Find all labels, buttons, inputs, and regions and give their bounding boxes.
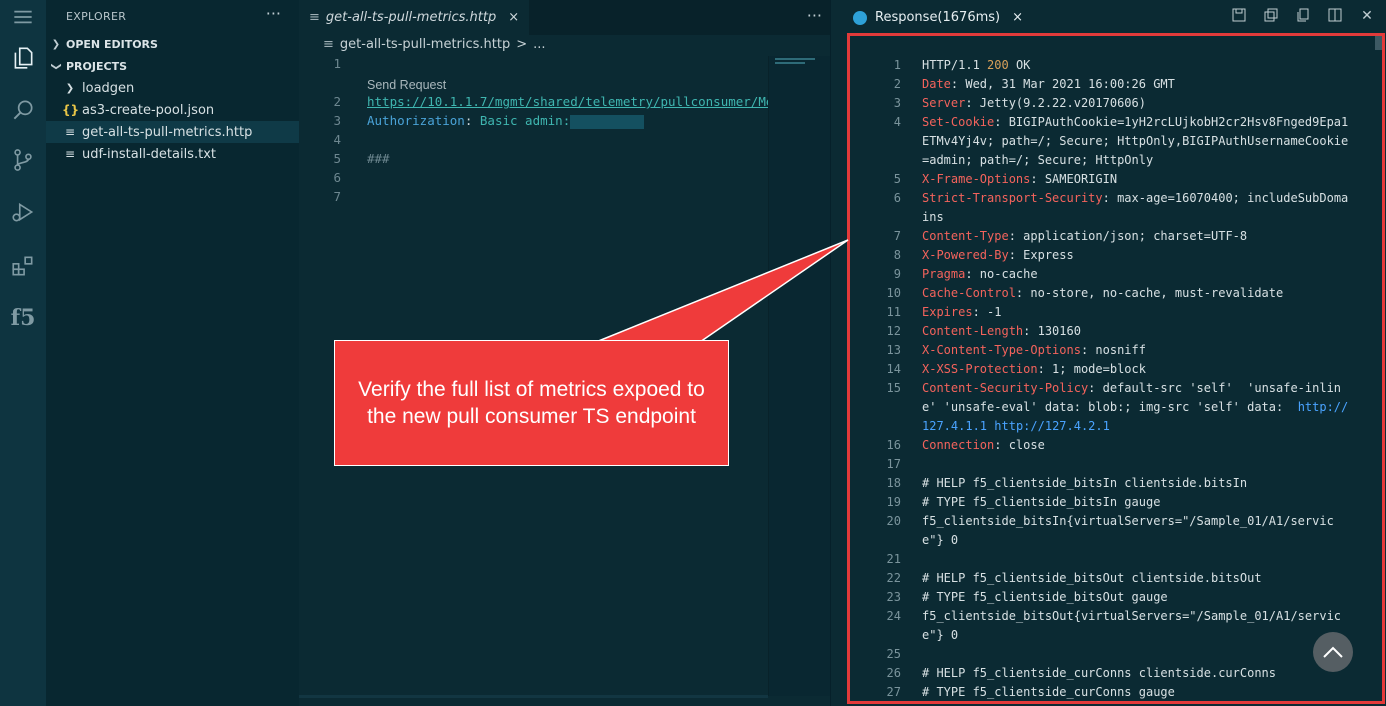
- tree-item-loadgen[interactable]: ❯ loadgen: [46, 77, 299, 99]
- request-separator: ###: [367, 151, 390, 166]
- tree-item-label: udf-install-details.txt: [82, 146, 216, 162]
- minimap-line: [775, 58, 815, 60]
- f5-icon[interactable]: f5: [0, 298, 46, 338]
- breadcrumb-file[interactable]: get-all-ts-pull-metrics.http: [340, 37, 510, 52]
- line-number: 3: [333, 113, 341, 128]
- text-file-icon: ≡: [309, 10, 320, 25]
- tree-item-as3-create-pool[interactable]: {} as3-create-pool.json: [46, 99, 299, 121]
- source-control-icon[interactable]: [0, 140, 46, 180]
- extensions-icon[interactable]: [0, 246, 46, 286]
- tree-item-label: as3-create-pool.json: [82, 102, 215, 118]
- header-key: Authorization: [367, 113, 465, 128]
- tree-item-label: get-all-ts-pull-metrics.http: [82, 124, 253, 140]
- tree-item-get-all-ts-pull-metrics[interactable]: ≡ get-all-ts-pull-metrics.http: [46, 121, 299, 143]
- horizontal-scrollbar[interactable]: [299, 695, 768, 698]
- response-icon: [853, 10, 867, 25]
- redacted-password: [570, 114, 645, 129]
- highlight-frame: [847, 33, 1385, 704]
- json-file-icon: {}: [62, 103, 80, 117]
- tree-item-label: loadgen: [82, 80, 135, 96]
- request-url[interactable]: https://10.1.1.7/mgmt/shared/telemetry/p…: [367, 94, 769, 109]
- header-colon: :: [464, 113, 480, 128]
- text-file-icon: ≡: [64, 147, 76, 161]
- line-number: 2: [333, 94, 341, 109]
- callout-box: Verify the full list of metrics expoed t…: [334, 340, 729, 466]
- tab-label: Response(1676ms): [875, 10, 1001, 25]
- line-number: 6: [333, 170, 341, 185]
- close-icon[interactable]: ✕: [1358, 8, 1376, 26]
- line-number: 5: [333, 151, 341, 166]
- run-debug-icon[interactable]: [0, 192, 46, 232]
- chevron-down-icon: ❯: [50, 61, 62, 71]
- files-icon[interactable]: [0, 38, 46, 78]
- editor-toolbar: ✕: [1230, 8, 1376, 26]
- menu-icon[interactable]: [0, 0, 46, 34]
- header-value: Basic admin:: [479, 113, 571, 128]
- line-number: 7: [333, 189, 341, 204]
- text-file-icon: ≡: [64, 125, 76, 139]
- tab-response[interactable]: Response(1676ms) ×: [845, 0, 1031, 35]
- minimap[interactable]: [768, 56, 830, 696]
- send-request-link[interactable]: Send Request: [367, 78, 446, 92]
- copy-icon[interactable]: [1294, 8, 1312, 26]
- breadcrumb-separator: >: [516, 37, 528, 52]
- save-icon[interactable]: [1230, 8, 1248, 26]
- section-projects-label: PROJECTS: [66, 59, 127, 73]
- callout-text: Verify the full list of metrics expoed t…: [358, 378, 705, 428]
- explorer-sidebar: EXPLORER ··· ❯ OPEN EDITORS ❯ PROJECTS ❯…: [46, 0, 299, 706]
- chevron-right-icon: ❯: [51, 38, 61, 50]
- chevron-right-icon: ❯: [65, 82, 75, 94]
- activity-bar: f5: [0, 0, 46, 706]
- more-actions-icon[interactable]: ···: [807, 6, 822, 25]
- tab-get-all-ts-pull-metrics[interactable]: ≡ get-all-ts-pull-metrics.http ×: [299, 0, 530, 35]
- sidebar-title: EXPLORER: [66, 10, 127, 23]
- tab-bar: ≡ get-all-ts-pull-metrics.http × ···: [299, 0, 830, 35]
- response-editor: Response(1676ms) × ✕ 1 HTTP/1.1 200 OK 2 Da…: [830, 0, 1386, 706]
- search-icon[interactable]: [0, 90, 46, 130]
- split-editor-icon[interactable]: [1326, 8, 1344, 26]
- close-icon[interactable]: ×: [508, 10, 519, 25]
- close-icon[interactable]: ×: [1012, 10, 1023, 25]
- f5-icon-label: f5: [10, 305, 36, 331]
- tab-label: get-all-ts-pull-metrics.http: [325, 10, 497, 25]
- section-open-editors-label: OPEN EDITORS: [66, 37, 158, 51]
- section-open-editors[interactable]: ❯ OPEN EDITORS: [46, 33, 299, 55]
- auth-header-line: Authorization: Basic admin:: [367, 113, 769, 129]
- breadcrumb-rest[interactable]: ...: [533, 37, 545, 52]
- line-number: 1: [333, 56, 341, 71]
- breadcrumb: ≡ get-all-ts-pull-metrics.http > ...: [323, 37, 546, 52]
- section-projects[interactable]: ❯ PROJECTS: [46, 55, 299, 77]
- tree-item-udf-install-details[interactable]: ≡ udf-install-details.txt: [46, 143, 299, 165]
- minimap-line: [775, 62, 805, 64]
- line-number: 4: [333, 132, 341, 147]
- copy-all-icon[interactable]: [1262, 8, 1280, 26]
- more-actions-icon[interactable]: ···: [266, 4, 281, 23]
- text-file-icon: ≡: [323, 37, 334, 52]
